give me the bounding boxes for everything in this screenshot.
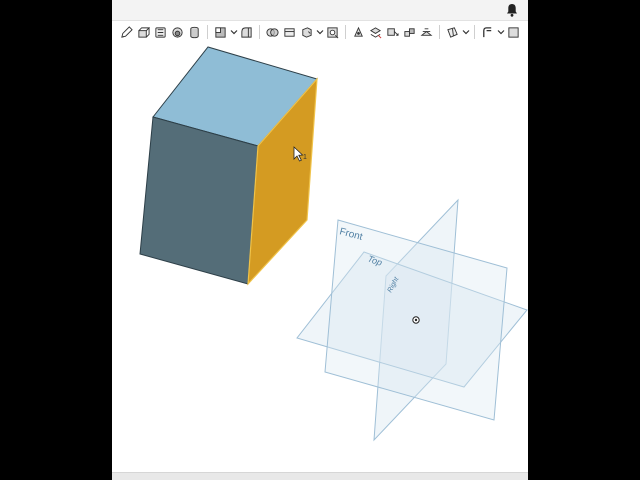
split-icon[interactable] [367,23,384,41]
fillet-icon[interactable] [238,23,255,41]
origin-icon[interactable] [412,316,420,324]
toolbar-separator [207,25,208,39]
pattern-icon[interactable] [401,23,418,41]
mirror-icon[interactable] [418,23,435,41]
feature-toolbar [112,21,528,43]
notifications-bell-icon[interactable] [504,2,520,18]
chevron-down-icon[interactable] [229,23,238,41]
reference-planes: Front Top Right [296,198,528,442]
hole-icon[interactable] [324,23,341,41]
toolbar-separator [439,25,440,39]
toolbar-separator [259,25,260,39]
draft-icon[interactable] [350,23,367,41]
chevron-down-icon[interactable] [315,23,324,41]
thicken-icon[interactable] [212,23,229,41]
bottom-bar [112,472,528,480]
helix-icon[interactable] [479,23,496,41]
cursor-tooltip: 1 [303,154,307,161]
loft-icon[interactable] [186,23,203,41]
boolean-icon[interactable] [264,23,281,41]
top-bar [112,0,528,21]
transform-icon[interactable] [384,23,401,41]
chevron-down-icon[interactable] [461,23,470,41]
extrude-icon[interactable] [135,23,152,41]
plane-icon[interactable] [444,23,461,41]
box-solid[interactable] [139,46,318,286]
sweep-icon[interactable] [169,23,186,41]
3d-viewport[interactable]: Front Top Right 1 [112,0,528,480]
shell-icon[interactable] [298,23,315,41]
chevron-down-icon[interactable] [496,23,505,41]
toolbar-separator [345,25,346,39]
toolbar-separator [474,25,475,39]
mate-connector-icon[interactable] [505,23,522,41]
sketch-icon[interactable] [118,23,135,41]
box-front-face[interactable] [139,116,259,285]
chamfer-icon[interactable] [281,23,298,41]
cad-application: Front Top Right 1 [112,0,528,480]
revolve-icon[interactable] [152,23,169,41]
